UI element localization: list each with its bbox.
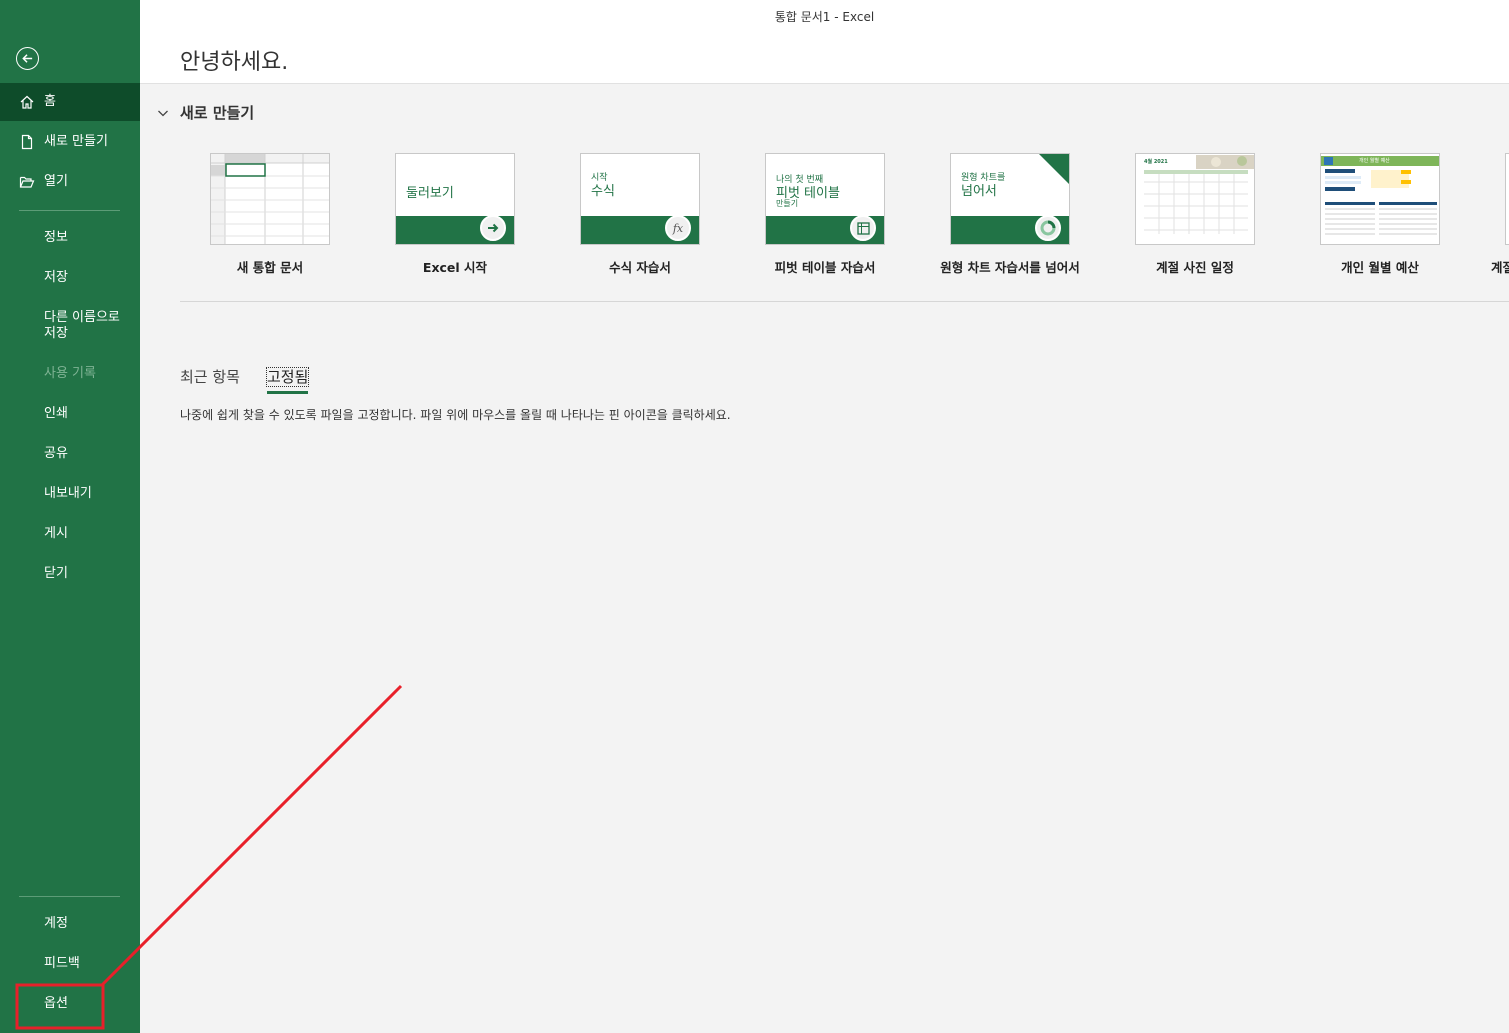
nav-label: 계정 [44,916,68,931]
nav-close[interactable]: 닫기 [0,555,140,593]
template-excel-start[interactable]: 둘러보기 Excel 시작 [395,153,515,275]
template-thumbnail: 4월 2021 [1135,153,1255,245]
home-icon [0,94,44,110]
arrow-left-icon [22,54,33,63]
greeting: 안녕하세요. [180,50,289,75]
template-thumbnail: 시작 수식 fx [580,153,700,245]
open-folder-icon [0,174,44,190]
nav-label: 다른 이름으로 저장 [44,310,120,341]
nav-label: 피드백 [44,956,80,971]
template-formula-tutorial[interactable]: 시작 수식 fx 수식 자습서 [580,153,700,275]
template-name: 새 통합 문서 [236,260,304,275]
template-thumbnail: 둘러보기 [395,153,515,245]
file-tabs: 최근 항목 고정됨 [180,366,335,394]
nav-label: 닫기 [44,566,68,581]
nav-label: 사용 기록 [44,366,96,381]
tab-recent[interactable]: 최근 항목 [180,366,240,394]
pie-chart-icon [1035,215,1061,241]
nav-label: 열기 [44,174,68,189]
calendar-preview-icon [1144,155,1254,234]
nav-export[interactable]: 내보내기 [0,475,140,513]
template-pivot-tutorial[interactable]: 나의 첫 번째 피벗 테이블 만들기 피벗 테이블 자습서 [765,153,885,275]
template-seasonal-partial[interactable]: 계절 [1491,153,1509,275]
template-monthly-budget[interactable]: 개인 월별 예산 개인 월별 예산 [1320,153,1440,275]
nav-home[interactable]: 홈 [0,83,140,121]
tab-label: 고정됨 [265,367,310,387]
back-button[interactable] [16,47,39,70]
backstage-sidebar: 홈 새로 만들기 열기 정보 저장 다른 이름으로 저장 사용 기록 인쇄 공유… [0,0,140,1033]
template-pie-tutorial[interactable]: 원형 차트를 넘어서 원형 차트 자습서를 넘어서 [940,153,1080,275]
thumb-sub-text: 만들기 [776,199,799,208]
nav-options[interactable]: 옵션 [0,985,140,1023]
template-photo-calendar[interactable]: 4월 2021 계절 사진 일정 [1135,153,1255,275]
section-divider [180,301,1509,302]
nav-open[interactable]: 열기 [0,163,140,201]
template-thumbnail: 개인 월별 예산 [1320,153,1440,245]
new-section-toggle[interactable]: 새로 만들기 [157,102,254,123]
template-name: 원형 차트 자습서를 넘어서 [940,260,1080,275]
nav-publish[interactable]: 게시 [0,515,140,553]
thumb-title: 수식 [591,184,615,199]
nav-info[interactable]: 정보 [0,219,140,257]
nav-label: 인쇄 [44,406,68,421]
nav-label: 게시 [44,526,68,541]
tab-pinned[interactable]: 고정됨 [265,366,310,394]
nav-share[interactable]: 공유 [0,435,140,473]
nav-label: 저장 [44,270,68,285]
nav-new[interactable]: 새로 만들기 [0,123,140,161]
template-blank-workbook[interactable]: 새 통합 문서 [210,153,330,275]
arrow-right-icon [480,215,506,241]
sidebar-divider [19,210,120,211]
template-name: 계절 사진 일정 [1156,260,1234,275]
nav-label: 내보내기 [44,486,92,501]
budget-preview-icon [1321,156,1439,235]
template-thumbnail [1505,153,1509,245]
nav-print[interactable]: 인쇄 [0,395,140,433]
thumb-title: 개인 월별 예산 [1359,158,1390,164]
template-thumbnail: 원형 차트를 넘어서 [950,153,1070,245]
nav-label: 정보 [44,230,68,245]
pinned-empty-message: 나중에 쉽게 찾을 수 있도록 파일을 고정합니다. 파일 위에 마우스를 올릴… [180,408,731,422]
nav-label: 공유 [44,446,68,461]
function-fx-icon: fx [665,215,691,241]
nav-label: 홈 [44,94,56,109]
template-name: 피벗 테이블 자습서 [774,260,876,275]
nav-label: 새로 만들기 [44,134,108,149]
template-thumbnail [210,153,330,245]
greeting-band: 안녕하세요. [140,32,1509,84]
nav-save[interactable]: 저장 [0,259,140,297]
corner-ribbon [1039,154,1069,184]
annotation-arrow-line [100,684,403,987]
window-title: 통합 문서1 - Excel [140,0,1509,32]
new-document-icon [0,134,44,150]
spreadsheet-grid-icon [211,154,329,244]
template-name: Excel 시작 [422,260,488,275]
template-thumbnail: 나의 첫 번째 피벗 테이블 만들기 [765,153,885,245]
nav-save-as[interactable]: 다른 이름으로 저장 [0,306,140,346]
pivot-table-icon [850,215,876,241]
sidebar-divider [19,896,120,897]
template-name: 개인 월별 예산 [1341,260,1419,275]
template-name: 계절 [1491,260,1509,275]
nav-label: 옵션 [44,996,68,1011]
nav-account[interactable]: 계정 [0,905,140,943]
thumb-title: 4월 2021 [1144,159,1168,165]
nav-history: 사용 기록 [0,355,140,393]
thumb-title: 넘어서 [961,184,997,199]
chevron-down-icon [158,110,168,116]
section-title: 새로 만들기 [180,104,255,122]
nav-feedback[interactable]: 피드백 [0,945,140,983]
thumb-title: 둘러보기 [406,186,454,201]
template-name: 수식 자습서 [609,260,671,275]
